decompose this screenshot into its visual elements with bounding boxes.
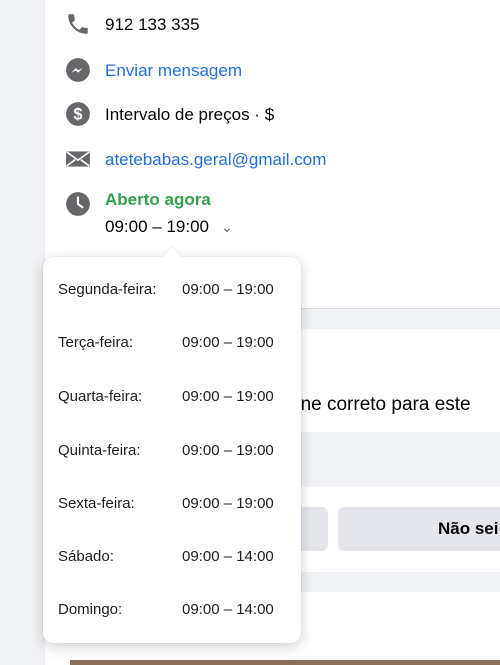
phone-number: 912 133 335 xyxy=(105,15,200,34)
day-label: Terça-feira: xyxy=(58,334,134,351)
dollar-icon: $ xyxy=(65,101,91,127)
day-label: Segunda-feira: xyxy=(58,281,157,298)
time-range: 09:00 – 19:00 xyxy=(182,388,274,405)
time-range: 09:00 – 14:00 xyxy=(182,601,274,618)
time-range: 09:00 – 19:00 xyxy=(182,281,274,298)
day-label: Quarta-feira: xyxy=(58,388,143,405)
time-range: 09:00 – 19:00 xyxy=(182,442,274,459)
chevron-down-icon: ⌄ xyxy=(220,219,233,236)
price-range-text: Intervalo de preços · $ xyxy=(105,105,275,124)
left-background xyxy=(0,0,45,665)
photo-thumbnail-strip[interactable] xyxy=(70,660,500,665)
phone-row[interactable] xyxy=(65,11,91,37)
messenger-row[interactable] xyxy=(65,57,91,83)
messenger-icon xyxy=(65,57,91,83)
feedback-question: one correto para este xyxy=(290,394,471,415)
open-now-status: Aberto agora xyxy=(105,190,211,209)
today-hours: 09:00 – 19:00 xyxy=(105,217,209,236)
hours-row xyxy=(65,191,91,217)
svg-text:$: $ xyxy=(73,105,82,123)
day-label: Sexta-feira: xyxy=(58,495,135,512)
day-label: Quinta-feira: xyxy=(58,442,141,459)
unsure-button[interactable]: Não sei xyxy=(338,507,500,551)
day-label: Domingo: xyxy=(58,601,123,618)
time-range: 09:00 – 14:00 xyxy=(182,548,274,565)
time-range: 09:00 – 19:00 xyxy=(182,334,274,351)
envelope-icon xyxy=(65,146,91,172)
day-label: Sábado: xyxy=(58,548,114,565)
price-row: $ xyxy=(65,101,91,127)
time-range: 09:00 – 19:00 xyxy=(182,495,274,512)
email-row[interactable] xyxy=(65,146,91,172)
hours-toggle[interactable]: 09:00 – 19:00 ⌄ xyxy=(105,217,233,237)
phone-icon xyxy=(65,11,91,37)
clock-icon xyxy=(65,191,91,217)
email-link[interactable]: atetebabas.geral@gmail.com xyxy=(105,150,326,170)
opening-hours-popover: Segunda-feira: 09:00 – 19:00 Terça-feira… xyxy=(43,247,301,643)
send-message-link[interactable]: Enviar mensagem xyxy=(105,61,242,81)
